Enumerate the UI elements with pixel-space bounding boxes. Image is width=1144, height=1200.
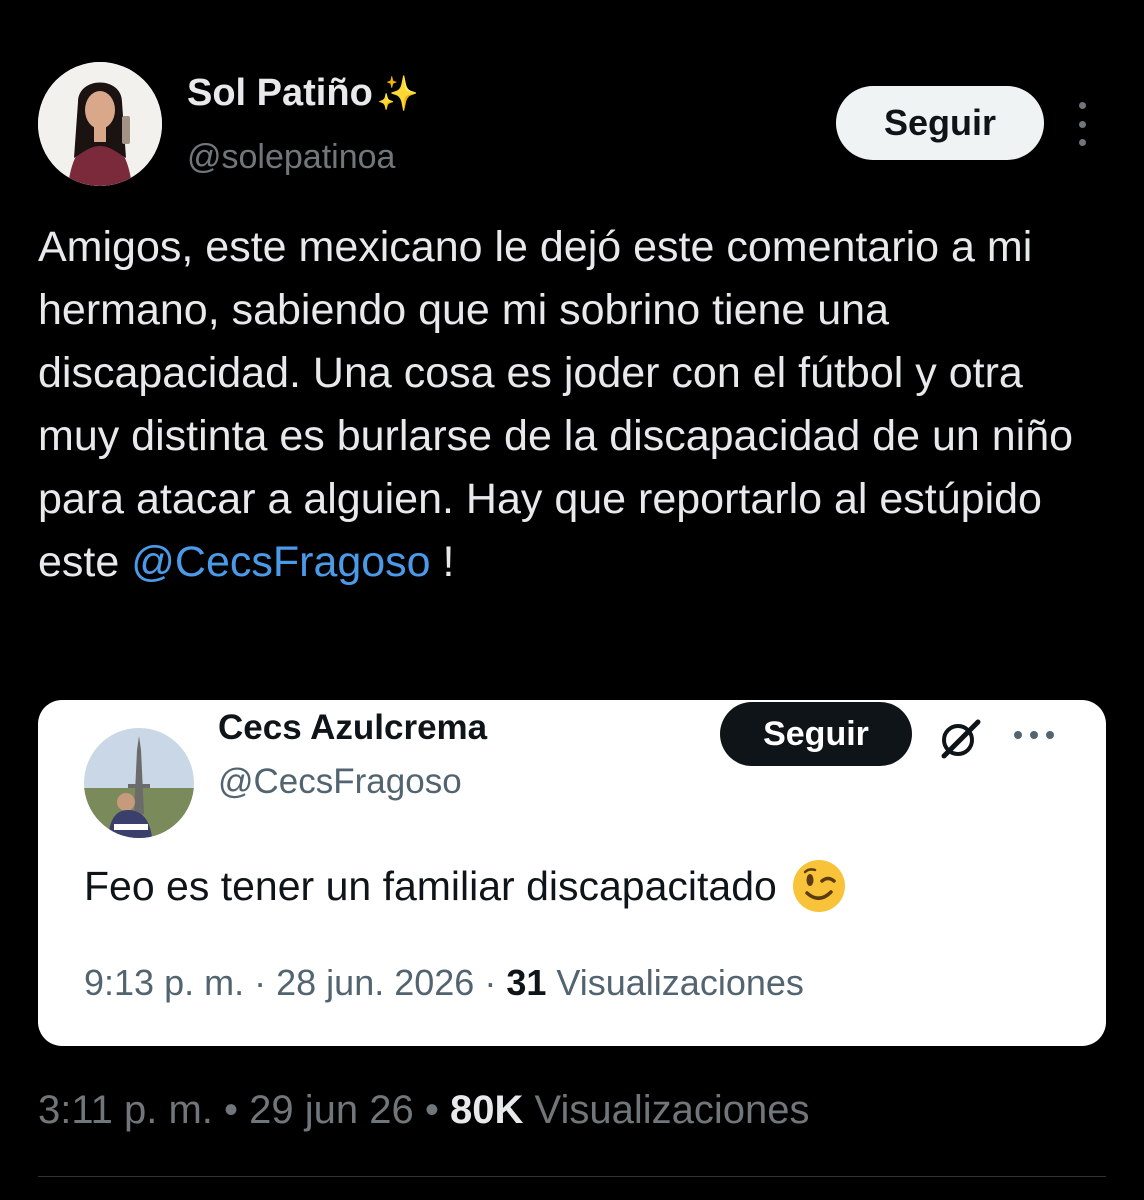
mention-link[interactable]: @CecsFragoso bbox=[131, 538, 430, 586]
tweet-views-count[interactable]: 80K bbox=[450, 1088, 523, 1132]
more-options-icon[interactable] bbox=[1070, 102, 1094, 146]
quoted-follow-button: Seguir bbox=[720, 702, 912, 766]
tweet-body-text: Amigos, este mexicano le dejó este comen… bbox=[38, 223, 1074, 586]
quoted-views-count: 31 bbox=[506, 962, 547, 1003]
author-avatar[interactable] bbox=[38, 62, 162, 186]
tweet-sep-2: • bbox=[424, 1088, 439, 1132]
tweet-text-end: ! bbox=[430, 538, 455, 586]
quoted-views-label: Visualizaciones bbox=[556, 962, 804, 1003]
quoted-avatar-photo bbox=[84, 728, 194, 838]
quoted-author-handle: @CecsFragoso bbox=[218, 762, 462, 801]
author-name[interactable]: Sol Patiño ✨ bbox=[187, 72, 419, 115]
author-name-text: Sol Patiño bbox=[187, 72, 373, 114]
quoted-time: 9:13 p. m. bbox=[84, 962, 245, 1003]
quoted-author-name: Cecs Azulcrema bbox=[218, 708, 488, 747]
tweet-date[interactable]: 29 jun 26 bbox=[249, 1088, 414, 1132]
divider bbox=[38, 1176, 1106, 1177]
quoted-sep-1: · bbox=[254, 962, 267, 1003]
quoted-text-content: Feo es tener un familiar discapacitado bbox=[84, 862, 777, 909]
quoted-tweet-card[interactable]: Cecs Azulcrema @CecsFragoso Seguir Feo e… bbox=[38, 700, 1106, 1046]
tweet-views-label[interactable]: Visualizaciones bbox=[535, 1088, 810, 1132]
follow-button[interactable]: Seguir bbox=[836, 86, 1044, 160]
quoted-text: Feo es tener un familiar discapacitado bbox=[84, 858, 847, 914]
tweet-sep-1: • bbox=[224, 1088, 239, 1132]
quoted-author-avatar bbox=[84, 728, 194, 838]
sparkles-icon: ✨ bbox=[376, 75, 420, 113]
tweet-time[interactable]: 3:11 p. m. bbox=[38, 1088, 213, 1132]
author-handle[interactable]: @solepatinoa bbox=[187, 138, 395, 177]
tweet-meta: 3:11 p. m. • 29 jun 26 • 80K Visualizaci… bbox=[38, 1088, 810, 1133]
quoted-sep-2: · bbox=[484, 962, 497, 1003]
grok-icon bbox=[941, 719, 981, 759]
winking-face-icon bbox=[792, 860, 845, 912]
quoted-date: 28 jun. 2026 bbox=[276, 962, 475, 1003]
tweet-text: Amigos, este mexicano le dejó este comen… bbox=[38, 216, 1108, 594]
quoted-more-icon bbox=[1014, 730, 1054, 740]
quoted-meta: 9:13 p. m. · 28 jun. 2026 · 31 Visualiza… bbox=[84, 962, 804, 1004]
author-avatar-photo bbox=[38, 62, 162, 186]
